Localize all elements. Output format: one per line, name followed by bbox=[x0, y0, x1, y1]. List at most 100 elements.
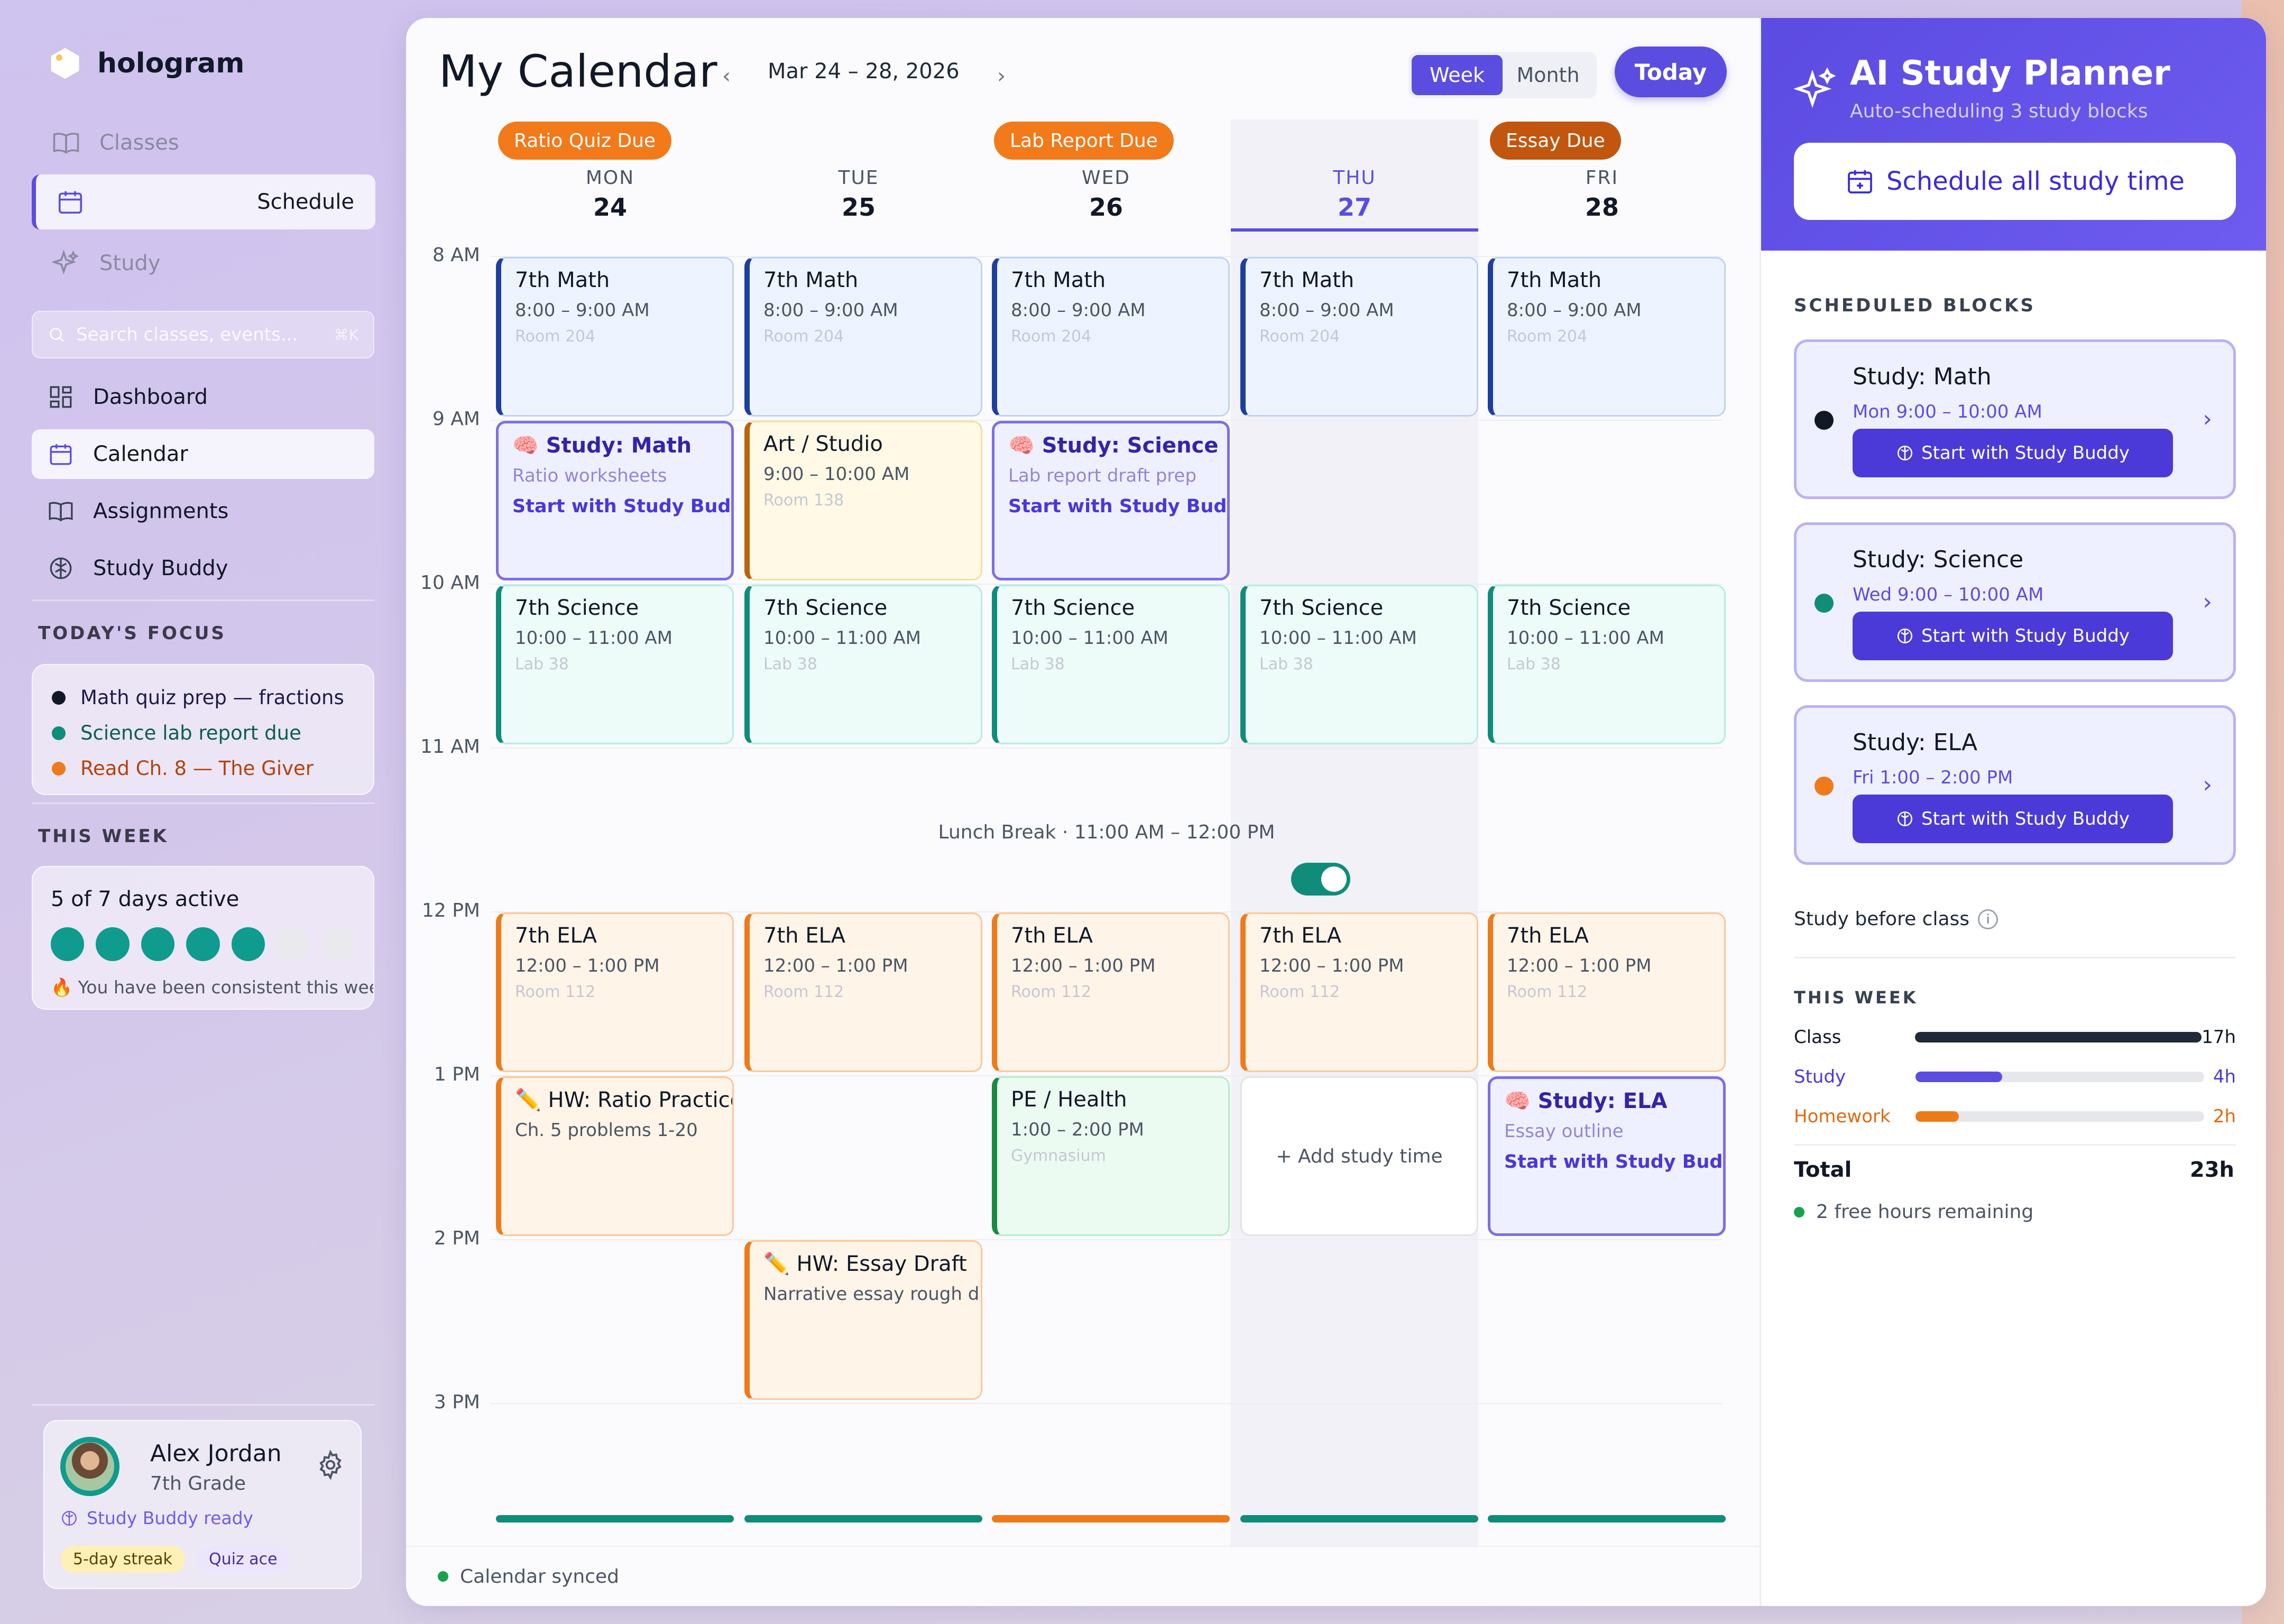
calendar-event[interactable]: 7th Science 10:00 – 11:00 AM Lab 38 bbox=[744, 585, 982, 744]
sidebar-item-classes[interactable]: Classes bbox=[32, 115, 375, 170]
profile-grade: 7th Grade bbox=[150, 1473, 246, 1494]
day-date: 28 bbox=[1585, 193, 1619, 222]
view-week-button[interactable]: Week bbox=[1412, 55, 1503, 95]
event-subtitle: 12:00 – 1:00 PM bbox=[515, 955, 660, 976]
day-header-mon[interactable]: MON 24 bbox=[486, 167, 734, 222]
event-room: Room 112 bbox=[1011, 983, 1092, 1001]
profile-card[interactable]: Alex Jordan 7th Grade Study Buddy ready … bbox=[43, 1420, 362, 1589]
calendar-event[interactable]: 7th Science 10:00 – 11:00 AM Lab 38 bbox=[1488, 585, 1726, 744]
study-block-event[interactable]: 🧠 Study: Math Ratio worksheets Start with … bbox=[496, 421, 734, 580]
sidebar-item-study-buddy[interactable]: Study Buddy bbox=[32, 543, 374, 593]
due-badge[interactable]: Ratio Quiz Due bbox=[498, 122, 672, 160]
focus-card: Math quiz prep — fractions Science lab r… bbox=[32, 664, 374, 795]
prev-week-button[interactable]: ‹ bbox=[705, 55, 748, 97]
add-study-time-button[interactable]: + Add study time bbox=[1240, 1076, 1478, 1236]
total-value: 23h bbox=[2189, 1158, 2234, 1182]
gridline bbox=[491, 1403, 1723, 1404]
day-header-wed[interactable]: WED 26 bbox=[982, 167, 1230, 222]
day-header-thu[interactable]: THU 27 bbox=[1231, 167, 1478, 222]
time-label: 1 PM bbox=[434, 1064, 480, 1085]
focus-item[interactable]: Science lab report due bbox=[52, 722, 354, 744]
grid-icon bbox=[50, 386, 72, 408]
start-study-buddy-button[interactable]: Start with Study Buddy bbox=[1853, 795, 2173, 843]
sidebar-item-calendar[interactable]: Calendar bbox=[32, 429, 374, 479]
next-week-button[interactable]: › bbox=[980, 55, 1023, 97]
due-badge[interactable]: Lab Report Due bbox=[994, 122, 1174, 160]
page-title: My Calendar bbox=[439, 45, 717, 97]
event-title: 7th Math bbox=[515, 268, 610, 292]
gear-icon[interactable] bbox=[315, 1450, 346, 1480]
chevron-right-icon[interactable]: › bbox=[2203, 771, 2212, 798]
calendar-event[interactable]: 7th ELA 12:00 – 1:00 PM Room 112 bbox=[992, 912, 1230, 1072]
time-label: 8 AM bbox=[432, 244, 480, 266]
day-progress-bar bbox=[992, 1515, 1230, 1522]
brand[interactable]: hologram bbox=[47, 45, 244, 82]
schedule-all-button[interactable]: Schedule all study time bbox=[1794, 143, 2236, 220]
day-progress-bar bbox=[1488, 1515, 1726, 1522]
start-study-buddy-button[interactable]: Start with Study Buddy bbox=[1853, 612, 2173, 660]
focus-item[interactable]: Math quiz prep — fractions bbox=[52, 686, 354, 709]
calendar-event[interactable]: 7th Math 8:00 – 9:00 AM Room 204 bbox=[1240, 257, 1478, 417]
study-block-event[interactable]: 🧠 Study: ELA Essay outline Start with Stud… bbox=[1488, 1076, 1726, 1236]
event-room: Room 204 bbox=[1011, 327, 1092, 346]
view-month-button[interactable]: Month bbox=[1503, 55, 1594, 95]
sidebar-item-label: Study Buddy bbox=[93, 556, 228, 580]
calendar-event[interactable]: 7th Science 10:00 – 11:00 AM Lab 38 bbox=[496, 585, 734, 744]
stat-fill bbox=[1915, 1111, 1959, 1122]
toggle-label: Study before class bbox=[1794, 908, 1970, 930]
calendar-event[interactable]: 7th Science 10:00 – 11:00 AM Lab 38 bbox=[992, 585, 1230, 744]
event-room: Room 204 bbox=[515, 327, 596, 346]
calendar-event[interactable]: 7th Math 8:00 – 9:00 AM Room 204 bbox=[496, 257, 734, 417]
study-block-event[interactable]: 🧠 Study: Science Lab report draft prep Sta… bbox=[992, 421, 1230, 580]
sidebar-item-dashboard[interactable]: Dashboard bbox=[32, 372, 374, 422]
calendar-event[interactable]: 7th ELA 12:00 – 1:00 PM Room 112 bbox=[1240, 912, 1478, 1072]
sidebar-item-schedule[interactable]: Schedule bbox=[32, 174, 375, 229]
start-study-buddy-link[interactable]: Start with Study Buddy → bbox=[1504, 1151, 1723, 1173]
calendar-event[interactable]: 7th ELA 12:00 – 1:00 PM Room 112 bbox=[744, 912, 982, 1072]
calendar-event[interactable]: ✏️ HW: Ratio Practice Ch. 5 problems 1-20 bbox=[496, 1076, 734, 1236]
calendar-event[interactable]: 7th Science 10:00 – 11:00 AM Lab 38 bbox=[1240, 585, 1478, 744]
calendar-event[interactable]: PE / Health 1:00 – 2:00 PM Gymnasium bbox=[992, 1076, 1230, 1236]
calendar-event[interactable]: 7th ELA 12:00 – 1:00 PM Room 112 bbox=[1488, 912, 1726, 1072]
day-date: 26 bbox=[1089, 193, 1123, 222]
chevron-right-icon[interactable]: › bbox=[2203, 405, 2212, 432]
today-button[interactable]: Today bbox=[1615, 47, 1727, 97]
scheduled-block[interactable]: Study: Math Mon 9:00 – 10:00 AM Start with… bbox=[1794, 339, 2236, 499]
block-name: Study: ELA bbox=[1853, 729, 1978, 756]
day-header-tue[interactable]: TUE 25 bbox=[735, 167, 982, 222]
start-study-buddy-link[interactable]: Start with Study Buddy → bbox=[512, 496, 731, 517]
focus-item[interactable]: Read Ch. 8 — The Giver bbox=[52, 757, 354, 780]
button-label: Start with Study Buddy bbox=[1921, 625, 2130, 647]
calendar-event[interactable]: ✏️ HW: Essay Draft Narrative essay rough … bbox=[744, 1240, 982, 1400]
info-icon[interactable]: i bbox=[1978, 909, 1998, 929]
calendar-event[interactable]: 7th ELA 12:00 – 1:00 PM Room 112 bbox=[496, 912, 734, 1072]
scheduled-block[interactable]: Study: Science Wed 9:00 – 10:00 AM Start w… bbox=[1794, 522, 2236, 682]
day-name: WED bbox=[1081, 167, 1131, 189]
focus-text: Science lab report due bbox=[80, 722, 301, 744]
due-badge[interactable]: Essay Due bbox=[1490, 122, 1621, 160]
calendar-event[interactable]: 7th Math 8:00 – 9:00 AM Room 204 bbox=[992, 257, 1230, 417]
search-input[interactable]: Search classes, events... ⌘K bbox=[32, 311, 374, 358]
event-room: Room 112 bbox=[763, 983, 844, 1001]
scheduled-block[interactable]: Study: ELA Fri 1:00 – 2:00 PM Start with S… bbox=[1794, 705, 2236, 865]
start-study-buddy-button[interactable]: Start with Study Buddy bbox=[1853, 429, 2173, 477]
divider bbox=[32, 1404, 374, 1406]
start-study-buddy-link[interactable]: Start with Study Buddy → bbox=[1008, 496, 1227, 517]
event-title: ✏️ HW: Ratio Practice bbox=[515, 1088, 734, 1112]
event-subtitle: 12:00 – 1:00 PM bbox=[1259, 955, 1404, 976]
sidebar-item-study[interactable]: Study bbox=[32, 236, 375, 291]
sidebar-item-assignments[interactable]: Assignments bbox=[32, 486, 374, 536]
day-dot bbox=[321, 927, 355, 961]
calendar-event[interactable]: 7th Math 8:00 – 9:00 AM Room 204 bbox=[744, 257, 982, 417]
day-date: 27 bbox=[1337, 193, 1371, 222]
scheduled-blocks-title: SCHEDULED BLOCKS bbox=[1794, 295, 2036, 316]
chevron-right-icon[interactable]: › bbox=[2203, 588, 2212, 615]
focus-dot bbox=[52, 726, 66, 740]
week-message: 🔥 You have been consistent this week — r bbox=[51, 977, 373, 998]
main-panel: My Calendar ‹ Mar 24 – 28, 2026 › Week M… bbox=[406, 18, 2266, 1606]
avatar[interactable] bbox=[60, 1437, 119, 1496]
calendar-event[interactable]: 7th Math 8:00 – 9:00 AM Room 204 bbox=[1488, 257, 1726, 417]
calendar-event[interactable]: Art / Studio 9:00 – 10:00 AM Room 138 bbox=[744, 421, 982, 580]
day-header-fri[interactable]: FRI 28 bbox=[1478, 167, 1726, 222]
study-before-class-toggle[interactable] bbox=[1291, 863, 1350, 896]
